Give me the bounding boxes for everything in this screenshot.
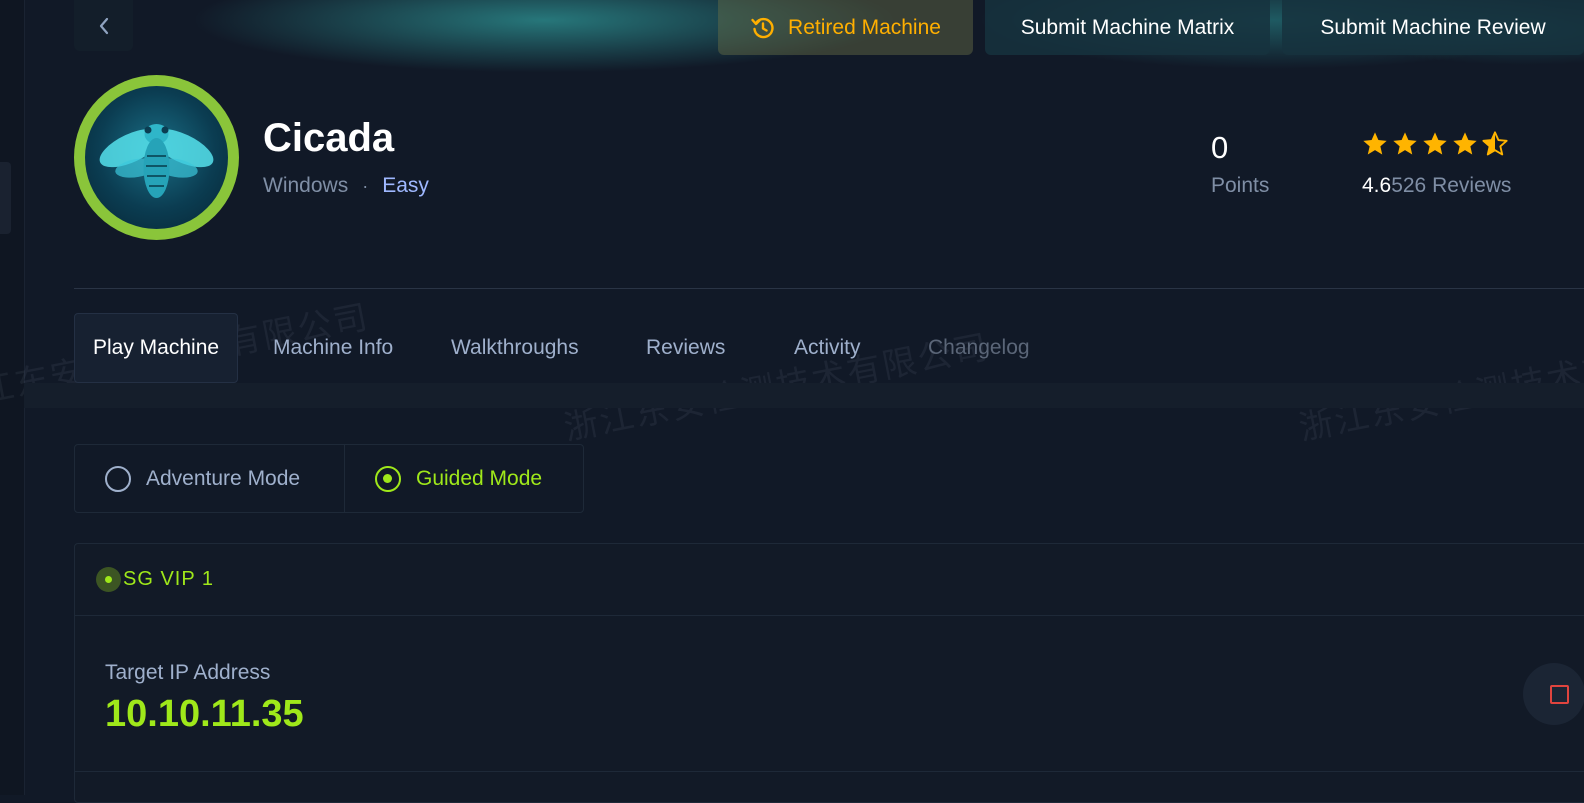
submit-machine-review-label: Submit Machine Review xyxy=(1320,15,1546,39)
tab-bar: Play Machine Machine Info Walkthroughs R… xyxy=(74,313,1584,408)
stop-machine-button[interactable] xyxy=(1523,663,1584,725)
history-icon xyxy=(751,17,774,38)
header-divider xyxy=(74,288,1584,289)
star-icon xyxy=(1393,132,1417,155)
rating-summary: 4.6526 Reviews xyxy=(1362,174,1511,198)
star-icon xyxy=(1453,132,1477,155)
chevron-left-icon xyxy=(99,17,108,34)
retired-machine-button[interactable]: Retired Machine xyxy=(718,0,973,55)
machine-meta: Windows · Easy xyxy=(263,174,429,198)
sidebar-collapse-handle[interactable] xyxy=(0,162,11,234)
server-header: SG VIP 1 xyxy=(75,544,1584,616)
points-value: 0 xyxy=(1211,130,1229,165)
guided-mode-label: Guided Mode xyxy=(416,466,543,490)
guided-mode-option[interactable]: Guided Mode xyxy=(345,445,583,512)
adventure-mode-label: Adventure Mode xyxy=(146,466,301,490)
tab-label: Machine Info xyxy=(273,336,394,359)
cicada-icon xyxy=(99,124,214,198)
submit-machine-matrix-label: Submit Machine Matrix xyxy=(1020,15,1235,39)
left-sidebar-rail xyxy=(0,0,25,795)
tab-walkthroughs[interactable]: Walkthroughs xyxy=(451,313,579,383)
tab-label: Changelog xyxy=(928,336,1030,359)
retired-machine-label: Retired Machine xyxy=(788,15,941,39)
machine-avatar xyxy=(74,75,239,240)
mode-switch: Adventure Mode Guided Mode xyxy=(74,444,584,513)
machine-title: Cicada xyxy=(263,116,395,160)
target-ip-value[interactable]: 10.10.11.35 xyxy=(105,693,304,736)
server-name[interactable]: SG VIP 1 xyxy=(123,568,214,591)
tab-label: Walkthroughs xyxy=(451,336,579,359)
points-label: Points xyxy=(1211,174,1270,197)
rating-score: 4.6 xyxy=(1362,174,1392,197)
meta-separator: · xyxy=(362,175,369,196)
star-icon xyxy=(1363,132,1387,155)
radio-unchecked-icon[interactable] xyxy=(105,465,131,492)
cicada-logo xyxy=(85,86,228,229)
tab-activity[interactable]: Activity xyxy=(794,313,861,383)
server-panel: SG VIP 1 Target IP Address 10.10.11.35 xyxy=(74,543,1584,803)
tab-changelog[interactable]: Changelog xyxy=(928,313,1030,383)
rating-stars xyxy=(1361,130,1509,158)
submit-machine-matrix-button[interactable]: Submit Machine Matrix xyxy=(985,0,1270,55)
tab-play-machine[interactable]: Play Machine xyxy=(74,313,239,383)
tab-machine-info[interactable]: Machine Info xyxy=(273,313,393,383)
submit-machine-review-button[interactable]: Submit Machine Review xyxy=(1282,0,1584,55)
panel-divider xyxy=(75,771,1584,772)
machine-os: Windows xyxy=(263,174,349,197)
target-ip-label: Target IP Address xyxy=(105,661,271,684)
star-half-icon xyxy=(1482,131,1508,156)
tab-label: Reviews xyxy=(646,336,726,359)
machine-difficulty: Easy xyxy=(382,174,429,197)
stop-icon xyxy=(1549,684,1569,704)
reviews-count[interactable]: 526 Reviews xyxy=(1391,174,1511,197)
adventure-mode-option[interactable]: Adventure Mode xyxy=(75,445,345,512)
tab-label: Play Machine xyxy=(93,336,220,359)
star-icon xyxy=(1423,132,1447,155)
tab-reviews[interactable]: Reviews xyxy=(646,313,725,383)
radio-checked-icon[interactable] xyxy=(375,465,401,492)
tab-label: Activity xyxy=(794,336,861,359)
back-button[interactable] xyxy=(74,0,133,51)
server-status-icon xyxy=(96,567,121,592)
